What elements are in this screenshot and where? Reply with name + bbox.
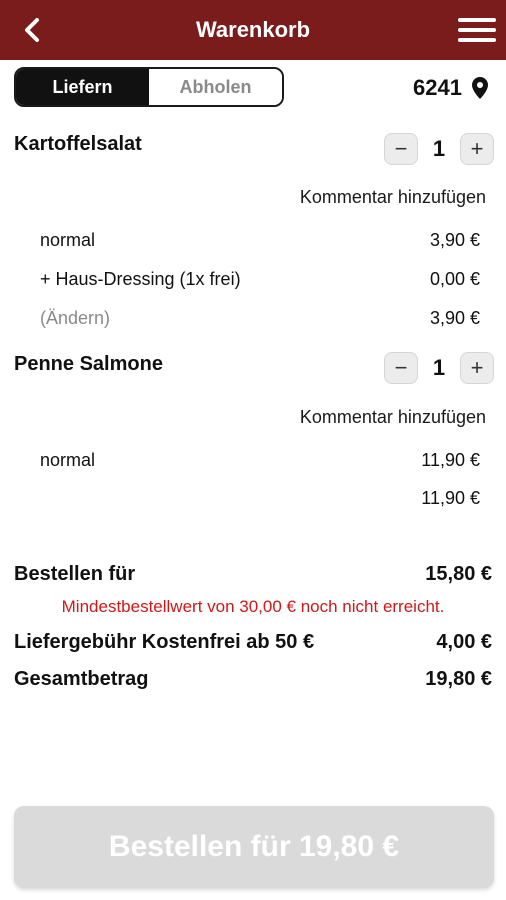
line-price: 3,90 € <box>429 307 480 328</box>
line-price: 0,00 € <box>429 268 480 289</box>
list-item: normal 3,90 € <box>40 227 480 253</box>
increment-button[interactable]: + <box>460 133 494 165</box>
add-comment-link[interactable]: Kommentar hinzufügen <box>300 187 486 208</box>
line-price: 11,90 € <box>421 487 480 508</box>
line-label: normal <box>40 449 96 470</box>
zip-code: 6241 <box>413 75 462 100</box>
subtotal-row: Bestellen für 15,80 € <box>14 560 492 588</box>
line-price: 11,90 € <box>421 449 480 470</box>
tab-pickup[interactable]: Abholen <box>149 69 282 105</box>
list-item: (Ändern) 3,90 € <box>40 305 480 331</box>
subtotal-value: 15,80 € <box>425 562 492 585</box>
delivery-mode-toggle: Liefern Abholen <box>14 67 284 107</box>
cart-item-name: Penne Salmone <box>14 353 163 375</box>
subtotal-label: Bestellen für <box>14 562 136 585</box>
quantity-stepper: − 1 + <box>384 132 494 166</box>
total-row: Gesamtbetrag 19,80 € <box>14 665 492 693</box>
line-label: normal <box>40 229 96 250</box>
decrement-button[interactable]: − <box>384 352 418 384</box>
place-order-button[interactable]: Bestellen für 19,80 € <box>14 806 494 888</box>
quantity-value: 1 <box>432 136 446 161</box>
decrement-button[interactable]: − <box>384 133 418 165</box>
menu-button[interactable] <box>458 16 496 44</box>
tab-deliver[interactable]: Liefern <box>16 69 149 105</box>
hamburger-menu-icon <box>458 18 496 42</box>
total-label: Gesamtbetrag <box>14 667 149 690</box>
back-button[interactable] <box>18 16 46 44</box>
location-selector[interactable]: 6241 <box>413 72 488 104</box>
list-item: + Haus-Dressing (1x frei) 0,00 € <box>40 266 480 292</box>
change-link[interactable]: (Ändern) <box>40 308 110 329</box>
delivery-fee-label: Liefergebühr Kostenfrei ab 50 € <box>14 630 315 653</box>
chevron-left-icon <box>25 18 39 42</box>
map-pin-icon <box>472 77 488 99</box>
total-value: 19,80 € <box>425 667 492 690</box>
line-label: + Haus-Dressing (1x frei) <box>40 268 241 289</box>
delivery-fee-row: Liefergebühr Kostenfrei ab 50 € 4,00 € <box>14 628 492 656</box>
quantity-value: 1 <box>432 355 446 380</box>
list-item: 11,90 € <box>40 485 480 511</box>
app-header: Warenkorb <box>0 0 506 60</box>
line-price: 3,90 € <box>429 229 480 250</box>
list-item: normal 11,90 € <box>40 447 480 473</box>
increment-button[interactable]: + <box>460 352 494 384</box>
delivery-fee-value: 4,00 € <box>436 630 492 653</box>
cart-item-name: Kartoffelsalat <box>14 133 142 155</box>
quantity-stepper: − 1 + <box>384 351 494 385</box>
page-title: Warenkorb <box>195 17 311 42</box>
minimum-order-warning: Mindestbestellwert von 30,00 € noch nich… <box>61 597 445 616</box>
add-comment-link[interactable]: Kommentar hinzufügen <box>300 407 486 428</box>
